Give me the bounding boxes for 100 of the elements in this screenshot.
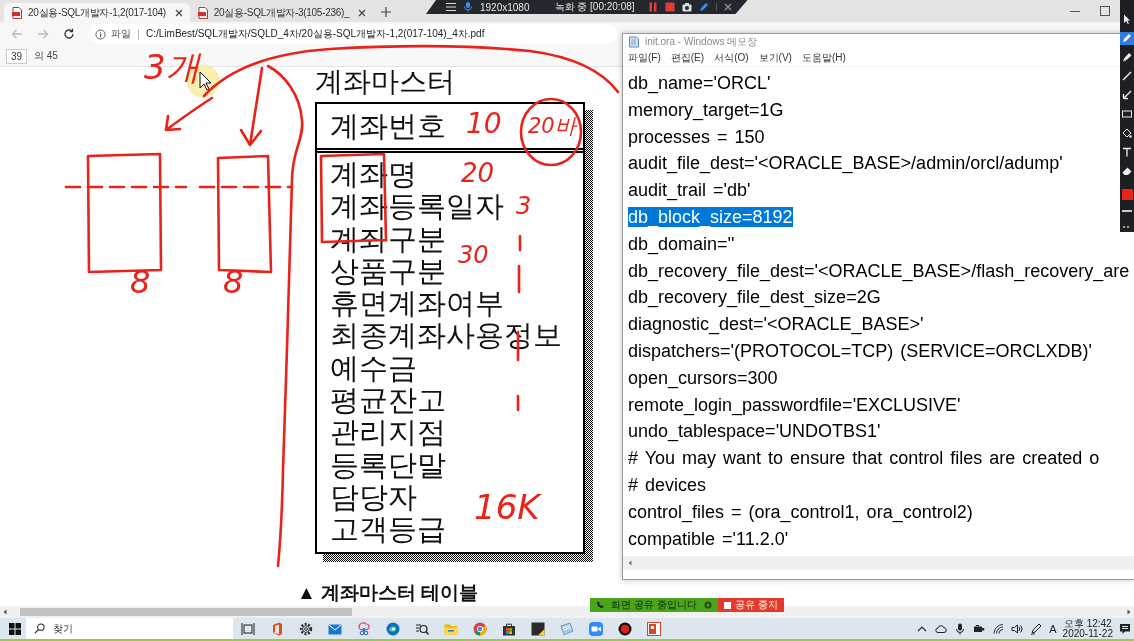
menu-item[interactable]: 편집(E): [670, 51, 705, 65]
text-line: compatible ='11.2.0': [628, 528, 789, 549]
browser-tab[interactable]: 20실용-SQL개발자-3(105-236)_: [189, 3, 374, 22]
tool-button[interactable]: [1120, 145, 1134, 159]
page-number-field[interactable]: 39: [6, 48, 27, 64]
handwritten-note: 16K: [474, 490, 540, 524]
pdf-file-icon: [196, 6, 209, 19]
browser-icon[interactable]: [472, 621, 487, 636]
scroll-left-icon[interactable]: [2, 609, 8, 615]
task-view-icon[interactable]: [240, 621, 255, 636]
camera-icon[interactable]: [681, 2, 692, 12]
pen-icon[interactable]: [1029, 622, 1042, 635]
menu-item[interactable]: 보기(V): [758, 51, 792, 65]
scroll-right-icon[interactable]: [1126, 609, 1132, 615]
stop-share-button[interactable]: 공유 중지: [718, 598, 784, 612]
field-name: 관리지점: [330, 416, 446, 449]
text-line: processes = 150: [628, 126, 765, 147]
text-line: db_recovery_file_dest_size=2G: [628, 287, 881, 308]
swirl-icon[interactable]: [385, 621, 400, 636]
text-line: open_cursors=300: [628, 367, 778, 388]
text-line: audit_trail ='db': [628, 180, 751, 201]
field-name: 상품구분: [330, 254, 446, 288]
text-line: # You may want to ensure that control files are created o: [628, 448, 1100, 469]
handwritten-note: 3: [516, 194, 532, 218]
notepad-app-icon[interactable]: [559, 621, 574, 636]
maximize-icon[interactable]: [1100, 6, 1110, 16]
text-line: dispatchers='(PROTOCOL=TCP) (SERVICE=ORCLXDB)': [628, 340, 1092, 361]
scrollbar-thumb[interactable]: [20, 608, 352, 616]
text-line: memory_target=1G: [628, 99, 784, 120]
text-line: db_name='ORCL': [628, 73, 771, 93]
text-line: db_domain='': [628, 233, 735, 254]
text-line: diagnostic_dest='<ORACLE_BASE>': [628, 314, 924, 335]
table-caption: ▲ 계좌마스터 테이블: [297, 582, 479, 603]
line-icon: [1122, 71, 1132, 82]
record-icon[interactable]: [617, 621, 632, 636]
stop-icon[interactable]: [664, 2, 675, 12]
new-tab-icon[interactable]: [381, 7, 392, 17]
key-field-name: 계좌번호: [330, 110, 446, 142]
scheme-label: 파일: [111, 27, 131, 41]
device-icon[interactable]: [972, 622, 985, 635]
mail-icon[interactable]: [327, 621, 342, 636]
text-line: db_recovery_file_dest='<ORACLE_BASE>/flash_recovery_are: [628, 260, 1130, 281]
shopping-bag-icon[interactable]: [501, 621, 516, 636]
notification-icon[interactable]: [1118, 622, 1131, 635]
text-tool-icon: [1122, 146, 1132, 157]
volume-icon[interactable]: [1010, 622, 1023, 635]
tool-button[interactable]: [1120, 31, 1134, 45]
wifi-icon[interactable]: [991, 622, 1004, 635]
field-name: 등록단말: [330, 448, 446, 481]
handwritten-note: 3개: [144, 50, 200, 84]
share-status-text: 화면 공유 중입니다: [610, 598, 698, 612]
input-mode-indicator[interactable]: A: [1049, 622, 1057, 635]
page-count: 의 45: [34, 49, 58, 63]
tool-button[interactable]: [1120, 107, 1134, 121]
sticky-note-icon[interactable]: [530, 621, 545, 636]
microphone-icon[interactable]: [953, 622, 966, 635]
handwritten-note: 20: [461, 160, 495, 186]
scissors-icon[interactable]: [356, 621, 371, 636]
document-search-icon[interactable]: [414, 621, 429, 636]
horizontal-scrollbar[interactable]: [623, 556, 1134, 570]
clock-date[interactable]: 2020-11-22: [1062, 628, 1113, 639]
tool-button[interactable]: [1120, 126, 1134, 140]
info-icon[interactable]: [95, 28, 106, 40]
document-title: 계좌마스터: [315, 67, 455, 97]
field-name: 고객등급: [330, 513, 446, 546]
clock-time[interactable]: 오후 12:42: [1063, 618, 1112, 629]
handwritten-note: 30: [458, 243, 489, 267]
close-icon[interactable]: [723, 3, 732, 11]
handwritten-note: 8: [130, 266, 151, 298]
eraser-icon: [1122, 165, 1132, 176]
video-camera-icon[interactable]: [588, 621, 603, 636]
reload-icon[interactable]: [63, 28, 75, 40]
field-name: 예수금: [330, 351, 417, 385]
pause-icon[interactable]: [647, 2, 658, 12]
color-swatch-icon[interactable]: [1121, 189, 1133, 200]
gear-icon[interactable]: [298, 621, 313, 636]
cloud-icon[interactable]: [934, 622, 947, 635]
slides-icon[interactable]: [646, 621, 661, 636]
tool-button[interactable]: [1120, 50, 1134, 64]
text-line: # devices: [628, 474, 707, 495]
text-line: audit_file_dest='<ORACLE_BASE>/admin/orcl/adump': [628, 153, 1063, 174]
url-text: C:/LimBest/SQL개발자/SQLD_4차/20실용-SQL개발자-1,2(017-104)_4차.pdf: [146, 27, 485, 41]
menu-item[interactable]: 서식(O): [714, 51, 749, 65]
rectangle-icon: [1122, 108, 1132, 119]
address-bar[interactable]: 파일 C:/LimBest/SQL개발자/SQLD_4차/20실용-SQL개발자-1,2(017-104)_4차.pdf: [88, 24, 618, 44]
close-icon[interactable]: [174, 8, 183, 17]
menu-item[interactable]: 도움말(H): [801, 51, 846, 65]
menu-item[interactable]: 파일(F): [628, 51, 661, 65]
browser-tab[interactable]: 20실용-SQL개발자-1,2(017-104): [4, 3, 190, 22]
search-field[interactable]: 찾기: [26, 618, 233, 639]
scroll-left-icon[interactable]: [627, 560, 633, 566]
window-title: init.ora - Windows 메모장: [645, 35, 758, 49]
pdf-file-icon: [11, 6, 23, 19]
pointer-icon: [1122, 14, 1132, 25]
tool-button[interactable]: [1120, 69, 1134, 83]
windows-logo-icon[interactable]: [9, 622, 21, 635]
close-icon[interactable]: [358, 8, 367, 17]
menu-icon[interactable]: [446, 2, 456, 12]
tool-button[interactable]: [1120, 88, 1134, 102]
resolution-label: 1920x1080: [480, 1, 530, 13]
